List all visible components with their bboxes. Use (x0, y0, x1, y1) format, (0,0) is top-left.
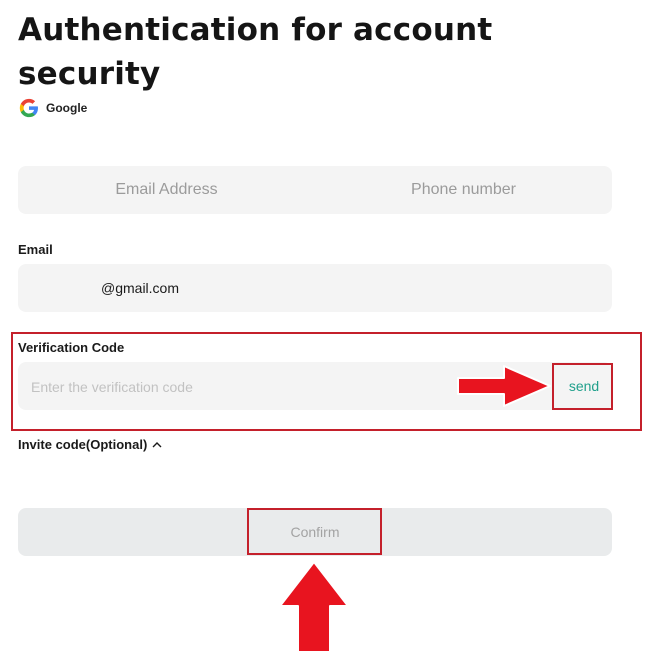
contact-method-tabs: Email Address Phone number (18, 166, 612, 214)
tab-phone-number[interactable]: Phone number (315, 166, 612, 214)
send-code-button[interactable]: send (567, 376, 601, 396)
arrow-up-icon (279, 561, 349, 653)
email-field-container (18, 264, 612, 312)
invite-code-toggle[interactable]: Invite code(Optional) (18, 437, 163, 452)
page-title: Authentication for account security (18, 12, 493, 92)
email-field[interactable] (18, 264, 612, 312)
confirm-button[interactable]: Confirm (18, 508, 612, 556)
verification-code-input[interactable] (18, 362, 493, 412)
verification-code-label: Verification Code (18, 340, 125, 355)
provider-label: Google (46, 101, 88, 115)
email-label: Email (18, 242, 53, 257)
invite-code-label: Invite code(Optional) (18, 437, 148, 452)
provider-badge: Google (18, 97, 87, 119)
tab-email-address[interactable]: Email Address (18, 166, 315, 214)
chevron-up-icon (152, 441, 162, 447)
google-g-icon (19, 98, 38, 118)
verification-code-container (18, 362, 612, 412)
